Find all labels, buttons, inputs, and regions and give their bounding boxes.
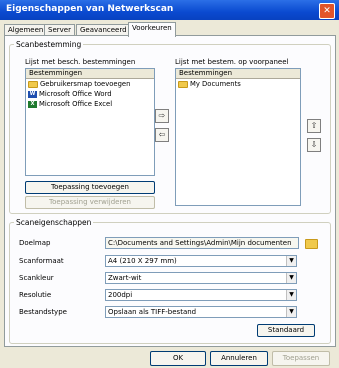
arrow-right-icon: ⇨	[158, 111, 166, 120]
list-item[interactable]: My Documents	[176, 79, 300, 89]
right-list-label: Lijst met bestem. op voorpaneel	[175, 58, 289, 66]
left-list-header: Bestemmingen	[26, 69, 154, 79]
move-down-button[interactable]: ⇩	[307, 138, 321, 152]
close-icon: ✕	[323, 6, 331, 16]
front-panel-destinations-list[interactable]: Bestemmingen My Documents	[175, 68, 301, 206]
default-button[interactable]: Standaard	[257, 324, 315, 337]
file-type-select[interactable]: Opslaan als TIFF-bestand ▼	[105, 306, 297, 318]
list-item[interactable]: Gebruikersmap toevoegen	[26, 79, 154, 89]
file-type-label: Bestandstype	[19, 308, 67, 316]
window-title: Eigenschappen van Netwerkscan	[6, 4, 174, 14]
tab-panel: Scanbestemming Lijst met besch. bestemmi…	[4, 35, 336, 347]
list-item-label: Gebruikersmap toevoegen	[40, 80, 131, 88]
list-item-label: Microsoft Office Excel	[39, 100, 113, 108]
scan-format-select[interactable]: A4 (210 X 297 mm) ▼	[105, 255, 297, 267]
move-up-button[interactable]: ⇧	[307, 119, 321, 133]
chevron-down-icon: ▼	[286, 273, 296, 283]
available-destinations-list[interactable]: Bestemmingen Gebruikersmap toevoegen W M…	[25, 68, 155, 176]
chevron-down-icon: ▼	[286, 256, 296, 266]
add-application-button[interactable]: Toepassing toevoegen	[25, 181, 155, 194]
resolution-label: Resolutie	[19, 291, 52, 299]
list-item-label: Microsoft Office Word	[39, 90, 112, 98]
arrow-up-icon: ⇧	[310, 121, 318, 130]
arrow-down-icon: ⇩	[310, 140, 318, 149]
destination-folder-field[interactable]: C:\Documents and Settings\Admin\Mijn doc…	[105, 237, 299, 249]
file-type-value: Opslaan als TIFF-bestand	[108, 308, 197, 316]
close-button[interactable]: ✕	[319, 3, 335, 19]
scan-color-label: Scankleur	[19, 274, 54, 282]
destination-folder-label: Doelmap	[19, 239, 51, 247]
scan-destination-legend: Scanbestemming	[16, 40, 82, 49]
move-left-button[interactable]: ⇦	[155, 128, 169, 142]
chevron-down-icon: ▼	[286, 307, 296, 317]
scan-properties-legend: Scaneigenschappen	[16, 218, 92, 227]
scan-format-label: Scanformaat	[19, 257, 64, 265]
arrow-left-icon: ⇦	[158, 130, 166, 139]
excel-icon: X	[28, 100, 37, 108]
scan-color-select[interactable]: Zwart-wit ▼	[105, 272, 297, 284]
scan-format-value: A4 (210 X 297 mm)	[108, 257, 177, 265]
remove-application-button[interactable]: Toepassing verwijderen	[25, 196, 155, 209]
list-item[interactable]: W Microsoft Office Word	[26, 89, 154, 99]
resolution-value: 200dpi	[108, 291, 133, 299]
list-item-label: My Documents	[190, 80, 241, 88]
cancel-button[interactable]: Annuleren	[210, 351, 268, 366]
scan-color-value: Zwart-wit	[108, 274, 142, 282]
browse-folder-icon[interactable]	[305, 239, 318, 249]
right-list-header: Bestemmingen	[176, 69, 300, 79]
chevron-down-icon: ▼	[286, 290, 296, 300]
left-list-label: Lijst met besch. bestemmingen	[25, 58, 136, 66]
tab-voorkeuren[interactable]: Voorkeuren	[128, 22, 176, 37]
folder-icon	[28, 80, 38, 88]
list-item[interactable]: X Microsoft Office Excel	[26, 99, 154, 109]
word-icon: W	[28, 90, 37, 98]
folder-icon	[178, 80, 188, 88]
apply-button[interactable]: Toepassen	[272, 351, 330, 366]
ok-button[interactable]: OK	[150, 351, 206, 366]
resolution-select[interactable]: 200dpi ▼	[105, 289, 297, 301]
move-right-button[interactable]: ⇨	[155, 109, 169, 123]
title-bar: Eigenschappen van Netwerkscan ✕	[0, 0, 339, 20]
